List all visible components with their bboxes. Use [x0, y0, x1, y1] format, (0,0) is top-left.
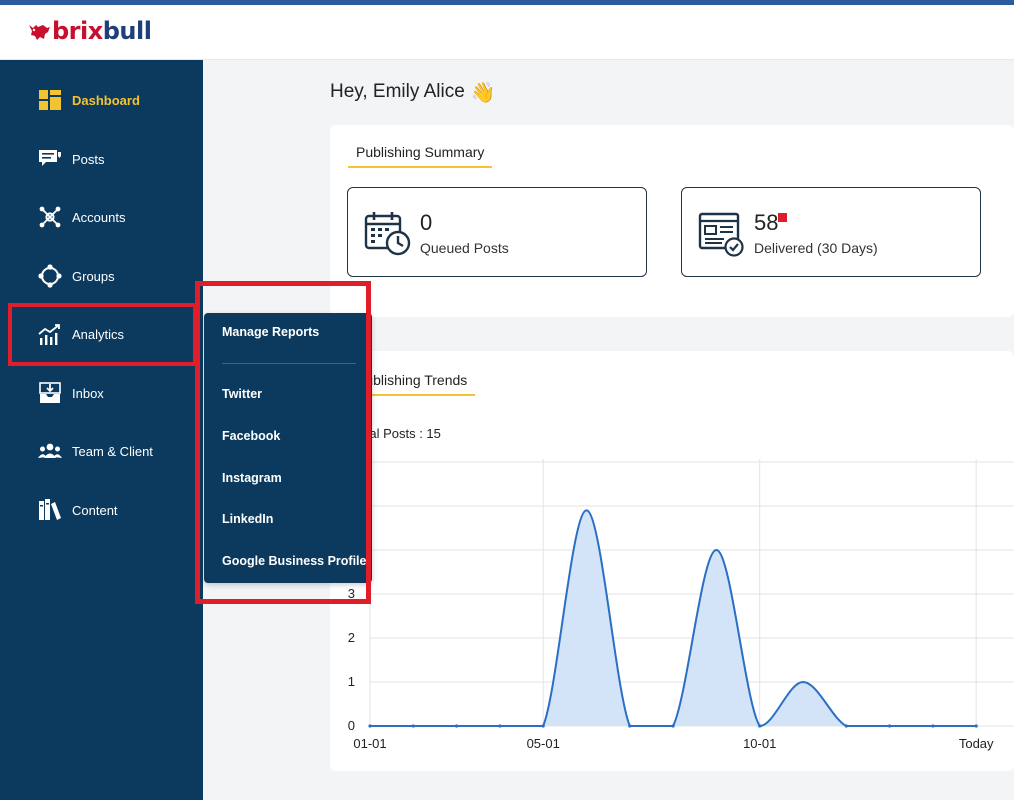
y-tick-label: 0: [348, 718, 355, 733]
delivered-value: 58: [754, 210, 788, 236]
submenu-item-facebook[interactable]: Facebook: [222, 429, 280, 443]
analytics-submenu: Manage Reports Twitter Facebook Instagra…: [204, 313, 372, 583]
top-header: brix bull: [0, 5, 1014, 60]
data-point: [844, 724, 848, 728]
data-point: [498, 724, 502, 728]
delivered-number: 58: [754, 210, 779, 235]
y-tick-label: 3: [348, 586, 355, 601]
submenu-item-manage-reports[interactable]: Manage Reports: [222, 325, 319, 339]
submenu-item-google-business-profile[interactable]: Google Business Profile: [222, 554, 366, 568]
content-icon: [39, 499, 61, 520]
series-area-fill: [370, 510, 977, 726]
greeting: Hey, Emily Alice 👋: [330, 80, 496, 104]
data-point: [411, 724, 415, 728]
submenu-divider: [222, 363, 356, 364]
sidebar-item-content[interactable]: Content: [0, 484, 203, 536]
accounts-icon: [39, 206, 61, 228]
delivered-label: Delivered (30 Days): [754, 240, 878, 256]
data-point: [541, 724, 545, 728]
data-point: [758, 724, 762, 728]
data-point: [888, 724, 892, 728]
y-tick-label: 2: [348, 630, 355, 645]
series-line: [370, 509, 977, 728]
data-point: [931, 724, 935, 728]
data-point: [368, 724, 372, 728]
posts-icon: [39, 150, 61, 166]
inbox-icon: [39, 382, 61, 403]
data-point: [455, 724, 459, 728]
sidebar-item-label: Groups: [72, 268, 115, 284]
sidebar: Dashboard Posts Accounts Groups Analytic…: [0, 60, 203, 800]
queued-posts-label: Queued Posts: [420, 240, 509, 256]
publishing-trends-chart: 0 1 2 3 01-01 05-01 10-01 Today: [348, 459, 1014, 751]
sidebar-item-inbox[interactable]: Inbox: [0, 367, 203, 419]
queued-posts-value: 0: [420, 210, 433, 235]
dashboard-icon: [39, 90, 61, 110]
sidebar-item-label: Posts: [72, 151, 105, 167]
submenu-item-instagram[interactable]: Instagram: [222, 471, 282, 485]
groups-icon: [38, 264, 62, 288]
stat-queued-posts[interactable]: 0 Queued Posts: [347, 187, 647, 277]
sidebar-item-posts[interactable]: Posts: [0, 133, 203, 185]
publishing-summary-card: Publishing Summary 0 Queued Posts 58 Del…: [330, 125, 1014, 317]
x-tick-label: 10-01: [743, 736, 776, 751]
brixbull-logo[interactable]: brix bull: [26, 17, 152, 45]
submenu-item-linkedin[interactable]: LinkedIn: [222, 512, 273, 526]
sidebar-item-dashboard[interactable]: Dashboard: [0, 74, 203, 126]
sidebar-item-label: Dashboard: [72, 92, 140, 108]
greeting-text: Hey, Emily Alice: [330, 81, 465, 102]
sidebar-item-label: Team & Client: [72, 443, 153, 459]
sidebar-item-label: Content: [72, 502, 118, 518]
y-tick-label: 1: [348, 674, 355, 689]
section-title-publishing-summary: Publishing Summary: [348, 144, 493, 168]
data-point: [974, 724, 978, 728]
sidebar-item-accounts[interactable]: Accounts: [0, 191, 203, 243]
x-tick-label: Today: [959, 736, 994, 751]
publishing-trends-card: Publishing Trends Total Posts : 15 01230…: [330, 351, 1014, 771]
x-tick-label: 01-01: [353, 736, 386, 751]
sidebar-item-label: Accounts: [72, 209, 126, 225]
sidebar-item-team-client[interactable]: Team & Client: [0, 425, 203, 477]
red-marker: [778, 213, 788, 222]
sidebar-item-label: Analytics: [72, 326, 125, 342]
document-check-icon: [698, 212, 744, 257]
brand-part-1: brix: [52, 17, 103, 45]
brand-part-2: bull: [102, 17, 152, 45]
sidebar-item-label: Inbox: [72, 385, 104, 401]
waving-hand-icon: 👋: [470, 80, 496, 104]
calendar-clock-icon: [364, 212, 411, 256]
x-tick-label: 05-01: [527, 736, 560, 751]
bull-icon: [29, 25, 50, 40]
submenu-item-twitter[interactable]: Twitter: [222, 387, 262, 401]
data-point: [671, 724, 675, 728]
stat-delivered[interactable]: 58 Delivered (30 Days): [681, 187, 981, 277]
team-icon: [38, 443, 62, 458]
analytics-icon: [38, 324, 60, 345]
data-point: [628, 724, 632, 728]
sidebar-item-analytics[interactable]: Analytics: [0, 308, 203, 360]
sidebar-item-groups[interactable]: Groups: [0, 250, 203, 302]
